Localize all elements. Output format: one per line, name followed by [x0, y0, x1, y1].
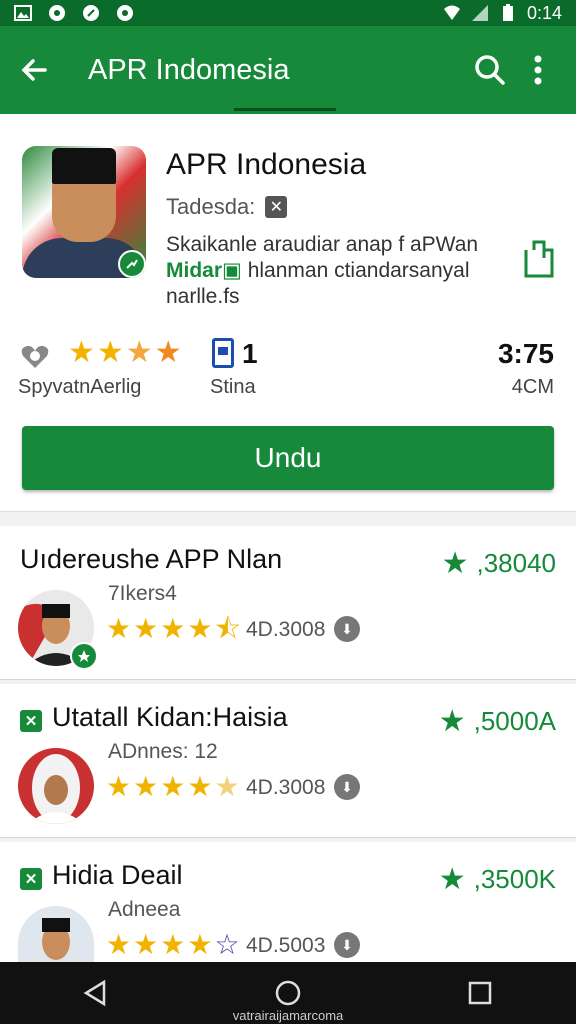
installed-check-icon: ✕: [20, 710, 42, 732]
list-item-title: Utatall Kidan:Haisia: [52, 702, 288, 732]
triangle-back-icon: [83, 979, 106, 1007]
downloads-label: Stina: [210, 376, 256, 398]
download-icon[interactable]: ⬇: [334, 774, 360, 800]
list-item-subtitle: Adneea: [108, 898, 181, 921]
star-icon: ★: [106, 771, 132, 802]
star-icon: ★: [133, 613, 159, 644]
list-item-stars: ★ ★ ★ ★ ⯪: [106, 614, 241, 644]
share-icon[interactable]: [522, 238, 556, 278]
square-recents-icon: [468, 981, 492, 1005]
star-icon: ★: [68, 336, 95, 369]
sync-icon: [49, 5, 65, 21]
tab-indicator: [234, 108, 336, 111]
size-label: 4CM: [511, 376, 554, 398]
app-bar-title: APR Indomesia: [88, 53, 290, 86]
list-item-stars: ★ ★ ★ ★ ★: [106, 772, 240, 802]
arrow-left-icon: [21, 59, 47, 81]
back-button[interactable]: [14, 50, 54, 90]
description-line-2: hlanman ctiandarsanyal: [247, 259, 470, 282]
heart-icon: [21, 345, 49, 368]
installed-check-icon: ✕: [20, 868, 42, 890]
search-icon: [475, 55, 505, 85]
signal-icon: [471, 5, 488, 21]
status-bar: 0:14: [0, 0, 576, 26]
description-highlight: Midar: [166, 259, 223, 282]
star-icon: ★: [96, 336, 124, 369]
list-item-title: Hidia Deail: [52, 860, 183, 890]
star-icon: ★: [125, 336, 153, 369]
app-description: Skaikanle araudiar anap f aPWan Midar▣ h…: [166, 232, 506, 310]
developer-name: Tadesda:: [166, 194, 256, 219]
star-half-icon: ★: [214, 771, 240, 802]
app-rating-stars: ★ ★ ★ ★: [68, 338, 182, 368]
star-icon: ★: [106, 613, 132, 644]
star-icon: ★: [187, 929, 213, 960]
nav-home-button[interactable]: [268, 973, 308, 1013]
avatar: [18, 748, 94, 824]
verified-badge-icon: [118, 250, 146, 278]
nav-back-button[interactable]: [76, 973, 116, 1013]
download-icon[interactable]: ⬇: [334, 932, 360, 958]
star-icon: ★: [441, 547, 469, 580]
more-vert-icon: [534, 55, 542, 85]
description-line-1: Skaikanle araudiar anap f aPWan: [166, 233, 479, 256]
star-icon: ★: [160, 613, 186, 644]
star-half-icon: ⯪: [214, 613, 241, 644]
circle-home-icon: [275, 980, 301, 1006]
list-item-rating: ★ ,38040: [441, 547, 556, 580]
list-item-size: 4D.5003: [246, 934, 326, 957]
more-options-button[interactable]: [514, 46, 562, 94]
star-icon: ★: [187, 613, 213, 644]
list-item[interactable]: Uıdereushe APP Nlan ★ ,38040 7Ikers4 ★ ★ ★…: [0, 526, 576, 680]
star-icon: ★: [154, 336, 182, 369]
rating-label: SpyvatnAerlig: [18, 376, 142, 398]
gallery-icon: [14, 5, 32, 21]
install-button[interactable]: Undu: [22, 426, 554, 490]
star-icon: ★: [133, 771, 159, 802]
status-time: 0:14: [526, 2, 562, 23]
avatar: [18, 906, 94, 962]
list-item-rating: ★ ,3500K: [438, 863, 556, 896]
download-icon[interactable]: ⬇: [334, 616, 360, 642]
list-item[interactable]: ✕ Hidia Deail ★ ,3500K Adneea ★ ★ ★ ★ ☆ 4D.5…: [0, 842, 576, 962]
star-icon: ★: [187, 771, 213, 802]
star-icon: ★: [106, 929, 132, 960]
verified-badge-icon: [70, 642, 98, 670]
star-icon: ★: [160, 929, 186, 960]
nav-caption: vatrairaijamarcoma: [232, 1008, 344, 1023]
list-item-subtitle: 7Ikers4: [108, 582, 177, 605]
star-icon: ★: [160, 771, 186, 802]
nav-recents-button[interactable]: [460, 973, 500, 1013]
compass-icon: [83, 5, 99, 21]
document-icon: [212, 338, 234, 368]
developer-badge-icon: ✕: [265, 196, 288, 218]
list-item-stars: ★ ★ ★ ★ ☆: [106, 930, 240, 960]
star-outline-icon: ☆: [214, 929, 240, 960]
developer-row[interactable]: Tadesda: ✕: [166, 194, 288, 220]
list-item-title: Uıdereushe APP Nlan: [20, 544, 283, 574]
star-icon: ★: [133, 929, 159, 960]
star-icon: ★: [438, 863, 466, 896]
battery-icon: [502, 4, 513, 21]
list-item-size: 4D.3008: [246, 776, 326, 799]
app-bar: APR Indomesia: [0, 26, 576, 114]
list-item-subtitle: ADnnes: 12: [108, 740, 218, 763]
app-stats: ★ ★ ★ ★ SpyvatnAerlig 1 Stina 3:75 4CM: [0, 334, 576, 404]
downloads-value: 1: [242, 338, 258, 369]
list-item[interactable]: ✕ Utatall Kidan:Haisia ★ ,5000A ADnnes: …: [0, 684, 576, 838]
record-icon: [117, 5, 133, 21]
star-icon: ★: [438, 705, 466, 738]
list-item-rating: ★ ,5000A: [438, 705, 556, 738]
wifi-icon: [443, 5, 460, 20]
search-button[interactable]: [466, 46, 514, 94]
app-name: APR Indonesia: [166, 148, 367, 181]
app-details-card: APR Indonesia Tadesda: ✕ Skaikanle araud…: [0, 114, 576, 512]
list-item-size: 4D.3008: [246, 618, 326, 641]
description-line-3: narlle.fs: [166, 285, 240, 308]
size-value: 3:75: [497, 338, 554, 369]
